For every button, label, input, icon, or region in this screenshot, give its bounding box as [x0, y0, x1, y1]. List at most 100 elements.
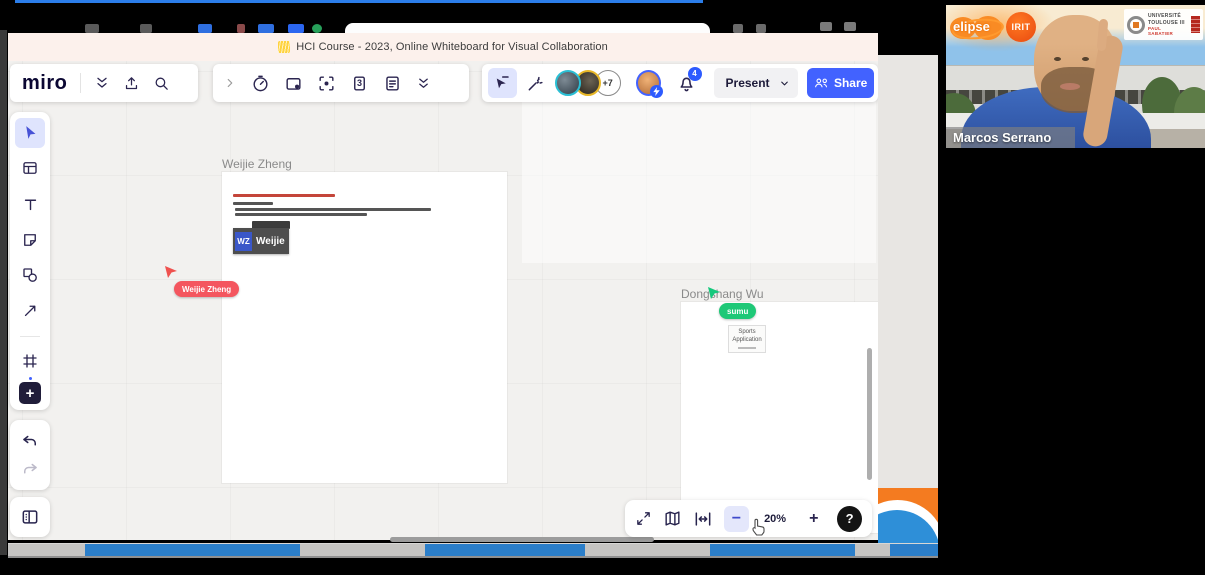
export-icon[interactable]: [123, 75, 140, 92]
share-button[interactable]: Share: [807, 68, 874, 98]
collaborator-avatars: +7: [554, 70, 621, 96]
arrow-icon: [24, 305, 35, 317]
frame-dongshang[interactable]: Sports Application: [681, 302, 878, 533]
follow-cursor-tool[interactable]: [488, 68, 517, 98]
browser-extension-icon: [288, 24, 304, 33]
elipse-logo: elipse: [950, 11, 1005, 43]
browser-icon-stub: [844, 22, 856, 31]
chevron-down-icon: [781, 81, 789, 85]
zoom-out-button[interactable]: −: [724, 505, 749, 532]
fit-to-screen-button[interactable]: [693, 509, 713, 529]
templates-tool[interactable]: [15, 154, 45, 184]
minimap-button[interactable]: [663, 509, 682, 528]
window-bottom-edge: [8, 556, 938, 558]
shapes-tool[interactable]: [15, 260, 45, 290]
screen: HCI Course - 2023, Online Whiteboard for…: [0, 0, 1205, 575]
text-tool[interactable]: [15, 189, 45, 219]
vertical-scrollbar[interactable]: [867, 348, 872, 480]
collaborator-name: Weijie: [256, 235, 285, 247]
browser-icon-stub: [820, 22, 832, 31]
frame-title[interactable]: Dongshang Wu: [681, 287, 764, 301]
background-taskbar: [8, 543, 938, 557]
redo-button[interactable]: [21, 460, 39, 478]
shapes-icon: [23, 268, 37, 283]
bolt-badge-icon: [649, 85, 663, 98]
help-button[interactable]: ?: [837, 505, 862, 532]
select-tool[interactable]: [15, 118, 45, 148]
browser-extension-icon: [198, 24, 212, 33]
cursor-tool-icon: [497, 76, 510, 89]
timer-icon[interactable]: [251, 74, 270, 93]
fullscreen-button[interactable]: [635, 510, 652, 527]
person-eye: [1082, 57, 1089, 61]
browser-icon-stub: [733, 24, 743, 33]
tiny-text-line: [233, 202, 273, 205]
slide-logo-corner: [878, 488, 938, 543]
divider: [20, 335, 40, 337]
cursor-label-sumu: sumu: [719, 303, 757, 319]
screen-share-icon[interactable]: [284, 74, 303, 93]
tools-sidebar: +: [10, 112, 50, 410]
add-more-tools-button[interactable]: +: [19, 377, 41, 404]
sticky-note-icon: [24, 233, 36, 246]
sticky-note-tool[interactable]: [15, 225, 45, 255]
main-menu-toolbar: miro: [10, 64, 198, 102]
webcam-video: elipse IRIT UNIVERSITÉ TOULOUSE III PAUL…: [946, 5, 1205, 148]
divider: [80, 73, 82, 93]
collapse-chevrons-icon[interactable]: [416, 76, 431, 91]
frame-weijie[interactable]: [222, 172, 507, 483]
fit-width-icon: [695, 511, 711, 526]
window-top-accent-bar: [15, 0, 703, 3]
avatar-presenter[interactable]: [635, 70, 663, 98]
frame-tool[interactable]: [15, 347, 45, 377]
frames-panel-button[interactable]: [10, 497, 50, 537]
undo-icon: [23, 435, 36, 446]
university-logo: UNIVERSITÉ TOULOUSE III PAUL SABATIER: [1124, 9, 1203, 40]
irit-logo: IRIT: [1006, 12, 1036, 42]
frame-title[interactable]: Weijie Zheng: [222, 157, 292, 171]
share-label: Share: [833, 76, 868, 90]
frames-count-icon[interactable]: 3: [350, 74, 369, 93]
connector-tool[interactable]: [15, 296, 45, 326]
notes-icon[interactable]: [383, 74, 402, 93]
avatar-user-1[interactable]: [554, 70, 581, 96]
horizontal-scrollbar[interactable]: [390, 537, 654, 542]
frames-count: 3: [356, 78, 362, 88]
sticky-card[interactable]: Sports Application: [728, 325, 766, 353]
tiny-text-line: [233, 194, 335, 197]
miro-canvas[interactable]: Weijie Zheng WZ Weijie Weijie Zheng Dong…: [8, 61, 878, 542]
browser-icon-stub: [85, 24, 99, 33]
board-menu-chevrons-icon[interactable]: [94, 75, 110, 91]
zoom-in-button[interactable]: +: [801, 506, 826, 532]
person-eye: [1054, 57, 1061, 61]
board-emoji-icon: [278, 41, 291, 53]
collaboration-toolbar: +7 4 Present Share: [482, 64, 878, 102]
present-label: Present: [725, 76, 770, 90]
university-emblem-icon: [1127, 15, 1145, 34]
background-window: [878, 55, 938, 543]
elipse-logo-text: elipse: [953, 19, 990, 34]
laser-pointer-icon[interactable]: [526, 73, 546, 93]
university-redsquare-icon: [1191, 16, 1200, 33]
person-mouth: [1060, 83, 1080, 90]
search-icon[interactable]: [153, 75, 170, 92]
undo-button[interactable]: [21, 432, 39, 450]
present-button[interactable]: Present: [713, 68, 799, 98]
miro-logo[interactable]: miro: [22, 72, 67, 95]
spotlight-icon[interactable]: [317, 74, 336, 93]
expand-chevron-icon[interactable]: [223, 76, 237, 90]
tiny-text-line: [235, 208, 431, 211]
history-panel: [10, 420, 50, 490]
cursor-arrow-red-icon: [165, 266, 177, 278]
collaborator-selection-box: WZ Weijie: [233, 228, 289, 254]
templates-icon: [23, 162, 37, 175]
browser-icon-stub: [756, 24, 766, 33]
collaborator-avatar: WZ: [235, 231, 252, 251]
cursor-label-weijie: Weijie Zheng: [174, 281, 240, 297]
board-title: HCI Course - 2023, Online Whiteboard for…: [296, 41, 608, 53]
frame-icon: [23, 354, 37, 369]
notifications-bell-icon[interactable]: 4: [676, 66, 702, 94]
frames-panel-icon: [22, 510, 38, 524]
notification-dot: [29, 377, 32, 381]
window-left-edge: [0, 30, 7, 555]
